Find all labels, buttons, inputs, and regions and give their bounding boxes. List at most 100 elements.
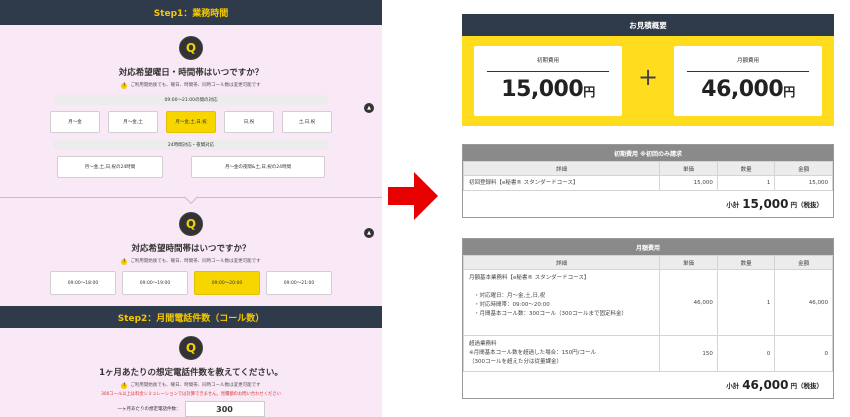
subtotal-suffix: 円（税抜） bbox=[790, 201, 824, 209]
estimate-panel: お見積概要 初期費用 15,000円 + 月額費用 46,000円 初期費用 ※… bbox=[462, 14, 834, 399]
divider bbox=[687, 71, 809, 72]
detail-line: ・対応曜日：月〜金,土,日,祝 bbox=[474, 293, 546, 299]
option-18[interactable]: 09:00〜18:00 bbox=[50, 271, 116, 295]
question-icon: Q bbox=[179, 212, 203, 236]
monthly-amount-value: 46,000 bbox=[701, 77, 784, 102]
detail-line: 超過業務料 bbox=[469, 341, 497, 347]
detail-line: （300コールを超えた分は従量課金） bbox=[469, 359, 562, 365]
initial-amount-value: 15,000 bbox=[501, 77, 584, 102]
option-24h-all[interactable]: 月〜金,土,日,祝の24時間 bbox=[57, 156, 163, 178]
option-all-days[interactable]: 月〜金,土,日,祝 bbox=[166, 111, 216, 133]
plus-icon: + bbox=[638, 63, 659, 91]
q2-panel: Q 対応希望時間帯はいつですか？ ! ご利用開始後でも、曜日、時間帯、同時コール数… bbox=[0, 189, 382, 306]
option-sun-hol[interactable]: 日,祝 bbox=[224, 111, 274, 133]
question-icon: Q bbox=[179, 336, 203, 360]
q3-note: ! ご利用開始後でも、曜日、時間帯、同時コール数は変更可能です bbox=[0, 382, 382, 389]
initial-cost-label: 初期費用 bbox=[536, 58, 559, 64]
q1-section-b: 24時間対応・夜間対応 bbox=[53, 140, 329, 150]
table-row: 初回登録料【e秘書® スタンダードコース】 15,000 1 15,000 bbox=[462, 175, 833, 191]
q1-panel: Q 対応希望曜日・時間帯はいつですか？ ! ご利用開始後でも、曜日、時間帯、同時コ… bbox=[0, 25, 382, 197]
header-amount: 金額 bbox=[774, 255, 833, 270]
yen-unit: 円 bbox=[583, 85, 595, 99]
header-amount: 金額 bbox=[774, 161, 833, 176]
cell-detail: 月額基本業務料【e秘書® スタンダードコース】 ・対応曜日：月〜金,土,日,祝 … bbox=[462, 269, 661, 336]
header-qty: 数量 bbox=[716, 255, 776, 270]
header-qty: 数量 bbox=[716, 161, 776, 176]
cell-unit: 15,000 bbox=[659, 175, 718, 191]
detail-line: ※月間基本コール数を超過した場合：150円/コール bbox=[469, 350, 596, 356]
q1-note-text: ご利用開始後でも、曜日、時間帯、同時コール数は変更可能です bbox=[130, 83, 261, 88]
monthly-cost-table: 月額費用 詳細 単価 数量 金額 月額基本業務料【e秘書® スタンダードコース】… bbox=[462, 238, 834, 399]
initial-cost-card: 初期費用 15,000円 bbox=[474, 46, 622, 116]
subtotal-amount: 15,000 bbox=[742, 197, 789, 211]
step1-title: Step1：業務時間 bbox=[153, 9, 229, 19]
initial-table-title: 初期費用 ※初回のみ請求 bbox=[463, 145, 833, 161]
cell-amount: 15,000 bbox=[774, 175, 833, 191]
header-unit: 単価 bbox=[659, 255, 718, 270]
cell-qty: 1 bbox=[716, 269, 776, 336]
subtotal-label: 小計 bbox=[726, 201, 740, 209]
divider bbox=[487, 71, 609, 72]
initial-cost-amount: 15,000円 bbox=[474, 77, 622, 102]
q3-title: 1ヶ月あたりの想定電話件数を教えてください。 bbox=[99, 368, 283, 378]
questionnaire-panel: Step1：業務時間 Q 対応希望曜日・時間帯はいつですか？ ! ご利用開始後でも… bbox=[0, 0, 382, 417]
collapse-icon[interactable]: ▲ bbox=[364, 103, 374, 113]
step2-header: Step2：月間電話件数（コール数） bbox=[0, 306, 382, 328]
table-row: 超過業務料 ※月間基本コール数を超過した場合：150円/コール （300コールを… bbox=[462, 335, 833, 372]
cell-unit: 46,000 bbox=[659, 269, 718, 336]
step2-title: Step2：月間電話件数（コール数） bbox=[117, 313, 265, 324]
initial-subtotal: 小計 15,000 円（税抜） bbox=[463, 191, 833, 217]
yen-unit: 円 bbox=[783, 85, 795, 99]
q1-options-b: 月〜金,土,日,祝の24時間 月〜金の夜間&土,日,祝の24時間 bbox=[0, 156, 382, 178]
header-detail: 詳細 bbox=[462, 255, 661, 270]
header-unit: 単価 bbox=[659, 161, 718, 176]
cell-unit: 150 bbox=[659, 335, 718, 372]
option-19[interactable]: 09:00〜19:00 bbox=[122, 271, 188, 295]
table-row: 月額基本業務料【e秘書® スタンダードコース】 ・対応曜日：月〜金,土,日,祝 … bbox=[462, 269, 833, 336]
cell-qty: 0 bbox=[716, 335, 776, 372]
summary-body: 初期費用 15,000円 + 月額費用 46,000円 bbox=[462, 36, 834, 126]
info-icon: ! bbox=[121, 383, 128, 389]
q3-panel: Q 1ヶ月あたりの想定電話件数を教えてください。 ! ご利用開始後でも、曜日、時間… bbox=[0, 328, 382, 417]
q2-title: 対応希望時間帯はいつですか？ bbox=[131, 244, 251, 254]
option-night-24h[interactable]: 月〜金の夜間&土,日,祝の24時間 bbox=[191, 156, 325, 178]
subtotal-amount: 46,000 bbox=[742, 378, 789, 392]
option-weekdays-sat[interactable]: 月〜金,土 bbox=[108, 111, 158, 133]
call-count-input[interactable]: 300 bbox=[184, 401, 265, 417]
q3-note-text: ご利用開始後でも、曜日、時間帯、同時コール数は変更可能です bbox=[130, 383, 261, 388]
cell-amount: 0 bbox=[774, 335, 833, 372]
q1-options-a: 月〜金 月〜金,土 月〜金,土,日,祝 日,祝 土,日,祝 bbox=[0, 111, 382, 133]
monthly-table-grid: 詳細 単価 数量 金額 月額基本業務料【e秘書® スタンダードコース】 ・対応曜… bbox=[462, 255, 833, 372]
monthly-cost-label: 月額費用 bbox=[736, 58, 759, 64]
subtotal-label: 小計 bbox=[726, 382, 740, 390]
summary-title: お見積概要 bbox=[462, 14, 834, 36]
option-21[interactable]: 09:00〜21:00 bbox=[266, 271, 332, 295]
question-icon: Q bbox=[179, 36, 203, 60]
cell-detail: 初回登録料【e秘書® スタンダードコース】 bbox=[462, 175, 661, 191]
monthly-subtotal: 小計 46,000 円（税抜） bbox=[463, 372, 833, 398]
subtotal-suffix: 円（税抜） bbox=[790, 382, 824, 390]
info-icon: ! bbox=[121, 259, 128, 265]
option-weekdays[interactable]: 月〜金 bbox=[50, 111, 100, 133]
q1-title: 対応希望曜日・時間帯はいつですか？ bbox=[118, 68, 264, 78]
detail-line: 月額基本業務料【e秘書® スタンダードコース】 bbox=[469, 275, 590, 281]
monthly-cost-amount: 46,000円 bbox=[674, 77, 822, 102]
q3-red-note: 300コール以上は料金シミュレーションでは計算できません。見積額のお問い合わせく… bbox=[101, 392, 281, 397]
cell-amount: 46,000 bbox=[774, 269, 833, 336]
initial-table-grid: 詳細 単価 数量 金額 初回登録料【e秘書® スタンダードコース】 15,000… bbox=[462, 161, 833, 191]
q1-note: ! ご利用開始後でも、曜日、時間帯、同時コール数は変更可能です bbox=[0, 82, 382, 89]
collapse-icon[interactable]: ▲ bbox=[364, 228, 374, 238]
option-sat-sun-hol[interactable]: 土,日,祝 bbox=[282, 111, 332, 133]
header-detail: 詳細 bbox=[462, 161, 661, 176]
q3-input-row: 一ヶ月あたりの想定電話件数： 300 bbox=[0, 401, 382, 417]
detail-line: ・対応時間帯：09:00〜20:00 bbox=[474, 302, 550, 308]
cell-detail: 超過業務料 ※月間基本コール数を超過した場合：150円/コール （300コールを… bbox=[462, 335, 661, 372]
table-header-row: 詳細 単価 数量 金額 bbox=[462, 161, 833, 176]
step1-header: Step1：業務時間 bbox=[0, 0, 382, 25]
q1-section-a: 09:00〜21:00の間の対応 bbox=[53, 95, 329, 105]
detail-line: ・月間基本コール数：300コール（300コールまで固定料金） bbox=[474, 311, 627, 317]
table-header-row: 詳細 単価 数量 金額 bbox=[462, 255, 833, 270]
cell-qty: 1 bbox=[716, 175, 776, 191]
option-20[interactable]: 09:00〜20:00 bbox=[194, 271, 260, 295]
info-icon: ! bbox=[121, 83, 128, 89]
